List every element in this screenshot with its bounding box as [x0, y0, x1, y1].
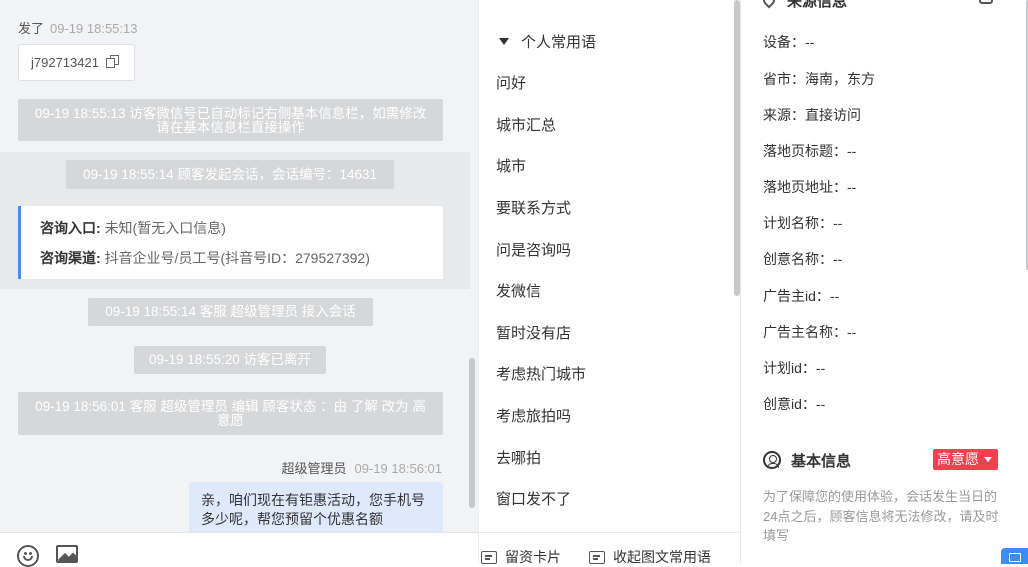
message-icon — [481, 551, 497, 564]
info-row-advertiser-id: 广告主id：-- — [763, 286, 839, 306]
message-icon — [589, 551, 605, 564]
visitor-message-header: 发了 09-19 18:55:13 — [18, 18, 137, 37]
chat-input-toolbar — [0, 532, 478, 567]
consult-channel-row: 咨询渠道: 抖音企业号/员工号(抖音号ID：279527392) — [40, 248, 443, 278]
bag-icon[interactable] — [979, 0, 993, 4]
info-row-creative-name: 创意名称：-- — [763, 249, 842, 269]
info-value: -- — [833, 251, 843, 267]
info-label: 落地页标题： — [763, 143, 847, 159]
info-value: 海南，东方 — [805, 71, 875, 87]
location-pin-icon — [760, 0, 778, 9]
system-message: 09-19 18:55:20 访客已离开 — [134, 346, 326, 374]
phrase-item[interactable]: 窗口发不了 — [496, 488, 571, 509]
caret-down-icon — [984, 457, 992, 462]
basic-info-title: 基本信息 — [763, 450, 851, 471]
user-icon — [763, 451, 781, 469]
info-row-advertiser-name: 广告主名称：-- — [763, 322, 856, 342]
basic-info-label: 基本信息 — [791, 453, 852, 470]
wechat-id-bubble: j792713421 — [18, 44, 135, 81]
collapse-phrases-label: 收起图文常用语 — [613, 549, 711, 565]
info-row-plan-name: 计划名称：-- — [763, 213, 842, 233]
system-message: 09-19 18:55:13 访客微信号已自动标记右侧基本信息栏，如需修改请在基… — [18, 99, 443, 141]
info-row-province: 省市：海南，东方 — [763, 69, 875, 89]
phrase-item[interactable]: 暂时没有店 — [496, 322, 571, 343]
caret-down-icon — [499, 38, 509, 45]
info-value: -- — [829, 288, 840, 304]
message-time: 09-19 18:55:13 — [50, 21, 138, 36]
edit-notice: 为了保障您的使用体验，会话发生当日的24点之后，顾客信息将无法修改，请及时填写 — [763, 489, 999, 543]
phrase-footer: 留资卡片 收起图文常用语 — [479, 532, 741, 567]
info-row-plan-id: 计划id：-- — [763, 358, 825, 378]
phrase-panel: 个人常用语 问好 城市汇总 城市 要联系方式 问是咨询吗 发微信 暂时没有店 考… — [478, 0, 741, 567]
phrase-item[interactable]: 要联系方式 — [496, 197, 571, 218]
sender-name: 发了 — [18, 21, 45, 36]
info-label: 广告主id： — [763, 288, 830, 304]
chat-icon — [1009, 553, 1021, 562]
phrase-item[interactable]: 问是咨询吗 — [496, 239, 571, 260]
info-value: -- — [833, 215, 843, 231]
agent-name: 超级管理员 — [281, 461, 347, 476]
phrase-item[interactable]: 考虑旅拍吗 — [496, 405, 571, 426]
phrase-item[interactable]: 去哪拍 — [496, 447, 541, 468]
status-badge: 高意愿 — [937, 451, 979, 467]
info-value: -- — [847, 324, 857, 340]
info-row-device: 设备：-- — [763, 32, 814, 52]
customer-status-dropdown[interactable]: 高意愿 — [933, 449, 998, 470]
info-value: -- — [805, 34, 815, 50]
info-value: -- — [815, 396, 826, 412]
agent-message-header: 超级管理员 09-19 18:56:01 — [282, 458, 442, 477]
system-message: 09-19 18:55:14 顾客发起会话，会话编号：14631 — [66, 160, 394, 189]
consult-entry-label: 咨询入口: — [40, 220, 101, 236]
floating-chat-button[interactable] — [1001, 548, 1028, 564]
info-row-landing-url: 落地页地址：-- — [763, 177, 856, 197]
info-label: 来源： — [763, 107, 805, 123]
info-value: 直接访问 — [805, 107, 861, 123]
agent-message-bubble: 亲，咱们现在有钜惠活动，您手机号多少呢，帮您预留个优惠名额 — [189, 482, 443, 532]
phrase-item[interactable]: 城市汇总 — [496, 114, 556, 135]
phrase-group-label: 个人常用语 — [521, 34, 597, 51]
consult-channel-label: 咨询渠道: — [40, 250, 101, 266]
info-row-landing-title: 落地页标题：-- — [763, 141, 856, 161]
system-message: 09-19 18:55:14 客服 超级管理员 接入会话 — [88, 298, 373, 326]
wechat-id-text: j792713421 — [31, 55, 99, 70]
info-row-creative-id: 创意id：-- — [763, 394, 825, 414]
info-label: 省市： — [763, 71, 805, 87]
phrase-item[interactable]: 城市 — [496, 155, 526, 176]
consult-channel-value: 抖音企业号/员工号(抖音号ID：279527392) — [104, 250, 370, 266]
info-label: 创意名称： — [763, 251, 833, 267]
collapse-phrases-button[interactable]: 收起图文常用语 — [589, 547, 711, 567]
info-label: 创意id： — [763, 396, 816, 412]
copy-icon[interactable] — [106, 55, 120, 69]
info-label: 设备： — [763, 34, 805, 50]
info-value: -- — [847, 179, 857, 195]
info-label: 计划名称： — [763, 215, 833, 231]
phrase-group-toggle[interactable]: 个人常用语 — [499, 31, 596, 52]
image-icon[interactable] — [56, 545, 78, 563]
info-value: -- — [847, 143, 857, 159]
consult-entry-row: 咨询入口: 未知(暂无入口信息) — [40, 218, 443, 248]
message-time: 09-19 18:56:01 — [354, 461, 442, 476]
chat-scrollbar[interactable] — [469, 358, 475, 508]
info-label: 落地页地址： — [763, 179, 847, 195]
info-label: 广告主名称： — [763, 324, 847, 340]
system-message: 09-19 18:56:01 客服 超级管理员 编辑 顾客状态 ：由 了解 改为… — [18, 392, 443, 435]
consult-info-card: 咨询入口: 未知(暂无入口信息) 咨询渠道: 抖音企业号/员工号(抖音号ID：2… — [18, 206, 443, 279]
phrase-item[interactable]: 发微信 — [496, 280, 541, 301]
phrase-item[interactable]: 问好 — [496, 72, 526, 93]
source-info-label: 来源信息 — [787, 0, 848, 10]
chat-panel: 发了 09-19 18:55:13 j792713421 09-19 18:55:… — [0, 0, 478, 532]
source-info-title: 来源信息 — [760, 0, 848, 11]
consult-entry-value: 未知(暂无入口信息) — [104, 220, 226, 236]
lead-card-button[interactable]: 留资卡片 — [481, 547, 561, 567]
info-value: -- — [815, 360, 826, 376]
info-label: 计划id： — [763, 360, 816, 376]
info-row-source: 来源：直接访问 — [763, 105, 861, 125]
lead-card-label: 留资卡片 — [505, 549, 561, 565]
info-panel: 来源信息 设备：-- 省市：海南，东方 来源：直接访问 落地页标题：-- 落地页… — [740, 0, 1028, 564]
phrase-item[interactable]: 考虑热门城市 — [496, 363, 586, 384]
